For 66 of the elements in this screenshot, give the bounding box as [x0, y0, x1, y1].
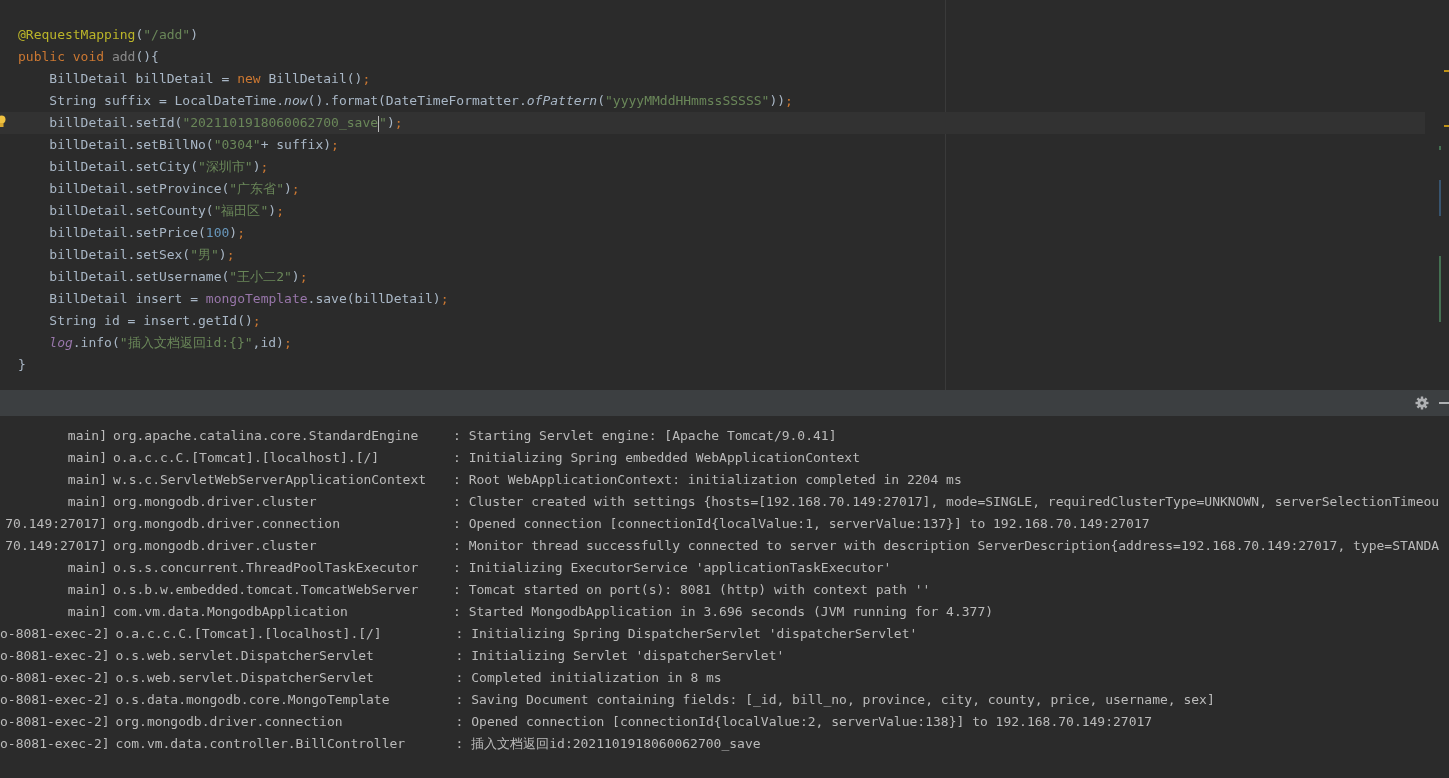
gutter-marker [1439, 180, 1441, 216]
gutter-marker [1444, 70, 1449, 72]
log-logger: o.a.c.c.C.[Tomcat].[localhost].[/] [112, 449, 381, 467]
code-line: billDetail.setCounty("福田区"); [48, 202, 285, 220]
log-thread: main] [66, 559, 107, 577]
log-thread: o-8081-exec-2] [0, 625, 110, 643]
log-thread: main] [66, 603, 107, 621]
log-message: : Root WebApplicationContext: initialization completed in 2204 ms [453, 471, 962, 489]
log-thread: main] [66, 493, 107, 511]
log-message: : Monitor thread successfully connected to server with description ServerDescription{address=192.168.70.149:27017, type=STANDA [453, 537, 1440, 555]
log-thread: main] [66, 471, 107, 489]
code-line: billDetail.setSex("男"); [48, 246, 236, 264]
code-line: log.info("插入文档返回id:{}",id); [48, 334, 293, 352]
log-logger: org.mongodb.driver.connection [114, 713, 344, 731]
log-logger: org.mongodb.driver.connection [112, 515, 341, 533]
log-thread: o-8081-exec-2] [0, 713, 110, 731]
log-message: : Completed initialization in 8 ms [455, 669, 722, 687]
log-message: : Starting Servlet engine: [Apache Tomcat/9.0.41] [453, 427, 837, 445]
code-line: String id = insert.getId(); [48, 312, 262, 330]
code-line: @RequestMapping("/add") [17, 26, 200, 44]
log-thread: o-8081-exec-2] [0, 691, 110, 709]
code-line: billDetail.setPrice(100); [48, 224, 246, 242]
code-line: BillDetail insert = mongoTemplate.save(billDetail); [48, 290, 450, 308]
code-line: String suffix = LocalDateTime.now().format(DateTimeFormatter.ofPattern("yyyyMMddHHmmssSSSSS")); [48, 92, 794, 110]
log-message: : 插入文档返回id:2021101918060062700_save [455, 735, 761, 753]
settings-icon[interactable] [1415, 396, 1429, 410]
code-line: public void add(){ [17, 48, 160, 66]
log-thread: 70.149:27017] [4, 515, 107, 533]
log-logger: o.s.web.servlet.DispatcherServlet [114, 669, 375, 687]
log-logger: w.s.c.ServletWebServerApplicationContext [112, 471, 428, 489]
code-line: billDetail.setProvince("广东省"); [48, 180, 301, 198]
log-thread: o-8081-exec-2] [0, 647, 110, 665]
code-line: } [17, 356, 27, 374]
code-line: billDetail.setUsername("王小二2"); [48, 268, 309, 286]
log-logger: o.s.b.w.embedded.tomcat.TomcatWebServer [112, 581, 420, 599]
log-logger: com.vm.data.controller.BillController [114, 735, 407, 753]
log-message: : Tomcat started on port(s): 8081 (http) with context path '' [453, 581, 931, 599]
gutter-marker [1439, 256, 1441, 322]
log-message: : Initializing Spring embedded WebApplicationContext [453, 449, 860, 467]
log-logger: o.s.data.mongodb.core.MongoTemplate [114, 691, 391, 709]
gutter-marker [1444, 125, 1449, 127]
log-thread: o-8081-exec-2] [0, 735, 110, 753]
log-message: : Initializing Spring DispatcherServlet 'dispatcherServlet' [455, 625, 918, 643]
log-logger: com.vm.data.MongodbApplication [112, 603, 349, 621]
log-message: : Initializing Servlet 'dispatcherServlet' [455, 647, 785, 665]
log-message: : Started MongodbApplication in 3.696 seconds (JVM running for 4.377) [453, 603, 994, 621]
log-thread: main] [66, 581, 107, 599]
code-line: billDetail.setBillNo("0304"+ suffix); [48, 136, 340, 154]
log-thread: 70.149:27017] [4, 537, 107, 555]
log-message: : Opened connection [connectionId{localValue:2, serverValue:138}] to 192.168.70.149:27017 [455, 713, 1153, 731]
log-thread: o-8081-exec-2] [0, 669, 110, 687]
log-logger: org.apache.catalina.core.StandardEngine [112, 427, 420, 445]
log-message: : Opened connection [connectionId{localValue:1, serverValue:137}] to 192.168.70.149:27017 [453, 515, 1150, 533]
log-thread: main] [66, 449, 107, 467]
log-logger: org.mongodb.driver.cluster [112, 493, 318, 511]
gutter-marker [1439, 146, 1441, 150]
log-logger: org.mongodb.driver.cluster [112, 537, 318, 555]
log-logger: o.s.s.concurrent.ThreadPoolTaskExecutor [112, 559, 420, 577]
log-logger: o.a.c.c.C.[Tomcat].[localhost].[/] [114, 625, 383, 643]
log-logger: o.s.web.servlet.DispatcherServlet [114, 647, 375, 665]
log-message: : Cluster created with settings {hosts=[192.168.70.149:27017], mode=SINGLE, requiredClusterType=UNKNOWN, serverSelectionTimeou [453, 493, 1440, 511]
code-line: billDetail.setCity("深圳市"); [48, 158, 270, 176]
log-message: : Initializing ExecutorService 'applicationTaskExecutor' [453, 559, 892, 577]
log-message: : Saving Document containing fields: [_id, bill_no, province, city, county, price, username, sex] [455, 691, 1215, 709]
log-thread: main] [66, 427, 107, 445]
code-line: BillDetail billDetail = new BillDetail(); [48, 70, 372, 88]
